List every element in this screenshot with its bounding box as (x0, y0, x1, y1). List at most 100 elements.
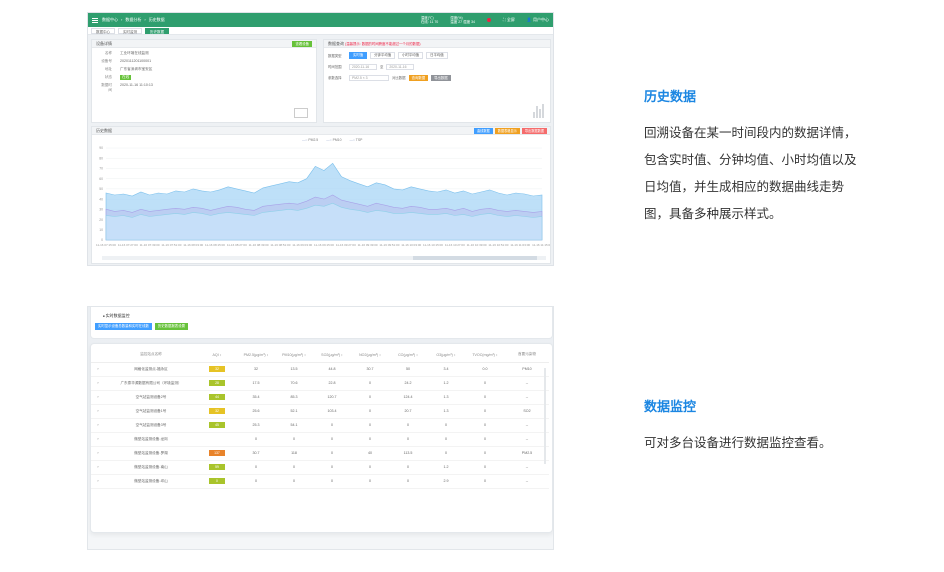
tab-history[interactable]: 历史数据 (145, 27, 169, 34)
x-tick-label: 11-16 09:51:00 (379, 243, 399, 247)
y-tick-label: 70 (99, 167, 103, 171)
table-row[interactable]: › 空气站监测设备1号 32 25.6 52.1 103.4 0 20.7 1.3 0 SO2 (91, 404, 549, 419)
table-cell: 0 (427, 432, 465, 447)
type-hour[interactable]: 小时平均值 (398, 52, 424, 59)
expand-row-icon[interactable]: › (91, 376, 105, 391)
status-badge: 在线 (120, 75, 132, 80)
column-header[interactable]: PM10(μg/m³) ↕ (275, 348, 313, 363)
type-realtime[interactable]: 实时值 (349, 52, 368, 59)
param-select[interactable]: PM2.5 × 3 (349, 74, 389, 81)
aqi-badge: 137 (209, 450, 225, 456)
column-header[interactable]: TVOC(mg/m³) ↕ (465, 348, 505, 363)
type-day[interactable]: 日平均值 (426, 52, 448, 59)
table-row[interactable]: › 微型站监测设备-罗湖 137 30.7 118 0 40 113.5 0 0 PM2.5 (91, 446, 549, 461)
y-tick-label: 0 (101, 238, 103, 242)
expand-row-icon[interactable]: › (91, 460, 105, 475)
station-name: 空气站监测设备1号 (105, 404, 197, 419)
notification-dot-icon[interactable] (486, 18, 491, 22)
table-row[interactable]: › 微型站监测设备-南山 59 0 0 0 0 0 1.2 0 -- (91, 460, 549, 475)
tab-data-center[interactable]: 数据中心 (91, 27, 115, 34)
table-row[interactable]: › 广东泰华源数据有限公司（环境监测） 28 17.5 70.6 22.8 0 24.2 1.2… (91, 376, 549, 391)
column-header[interactable]: SO2(μg/m³) ↕ (313, 348, 351, 363)
x-tick-label: 11-16 07:15:00 (96, 243, 116, 247)
table-cell: 0 (465, 474, 505, 489)
expand-row-icon[interactable]: › (91, 362, 105, 377)
x-tick-label: 11-16 09:15:00 (314, 243, 334, 247)
zoom-handle[interactable] (412, 256, 538, 260)
x-tick-label: 11-16 09:03:00 (292, 243, 312, 247)
table-row[interactable]: › 网格化监测点-福永区 32 32 13.5 44.8 30.7 50 3.4 0.0 PM10 (91, 362, 549, 377)
breadcrumb: 数据中心 › 数据分析 › 历史数据 (102, 17, 165, 23)
device-count-button[interactable]: 实时显示设备总数量和实时在线数 (95, 323, 152, 330)
expand-row-icon[interactable]: › (91, 432, 105, 447)
export-chart-button[interactable]: 导出数据数据 (521, 128, 547, 134)
station-name: 空气站监测设备3号 (105, 418, 197, 433)
y-tick-label: 20 (99, 218, 103, 222)
table-cell: 103.4 (313, 404, 351, 419)
page-tabs: 数据中心 实时监测 历史数据 (88, 27, 553, 35)
aqi-badge: 45 (209, 422, 225, 428)
expand-row-icon[interactable]: › (91, 390, 105, 405)
stat-humidity: 湿度(%) 温度 27 湿度 34 (450, 16, 475, 24)
table-cell: 0 (389, 432, 427, 447)
aqi-badge: 0 (209, 478, 225, 484)
breadcrumb-item[interactable]: 数据分析 (125, 17, 141, 23)
table-cell: 0 (389, 418, 427, 433)
curve-view-button[interactable]: 曲线数据 (474, 128, 493, 134)
table-cell: 1.2 (427, 460, 465, 475)
table-cell: 0 (465, 404, 505, 419)
chart-zoom-slider[interactable] (102, 256, 546, 260)
table-cell: 24.2 (389, 376, 427, 391)
expand-row-icon[interactable]: › (91, 474, 105, 489)
table-row[interactable]: › 微型站监测设备-龙岗 0 0 0 0 0 0 0 -- (91, 432, 549, 447)
aqi-badge: 32 (209, 366, 225, 372)
expand-row-icon[interactable]: › (91, 446, 105, 461)
table-cell: 0 (465, 390, 505, 405)
table-cell: 1.2 (427, 376, 465, 391)
report-settings-button[interactable]: 历史数据报表设置 (154, 323, 188, 330)
monitor-table: 监控站点名称 AQI ↕ PM2.5(μg/m³) ↕ PM10(μg/m³) ↕ SO… (91, 348, 549, 489)
export-button[interactable]: 导出数据 (431, 74, 451, 81)
panel-title: 数据查询 (温馨提示: 数据的时间跨度不能超过一个月的数据) (324, 40, 550, 48)
menu-icon[interactable] (92, 17, 98, 23)
station-name: 微型站监测设备-龙岗 (105, 432, 197, 447)
column-header[interactable]: O3(μg/m³) ↕ (427, 348, 465, 363)
type-minute[interactable]: 分钟平均值 (370, 52, 396, 59)
column-header[interactable]: CO(μg/m³) ↕ (389, 348, 427, 363)
table-cell: 1.3 (427, 404, 465, 419)
table-cell: -- (505, 376, 549, 391)
expand-row-icon[interactable]: › (91, 418, 105, 433)
user-menu[interactable]: 👤 用户中心 (527, 17, 549, 23)
tab-realtime[interactable]: 实时监测 (118, 27, 142, 34)
table-cell: 20.7 (389, 404, 427, 419)
table-cell: 0 (313, 418, 351, 433)
data-type-row: 数据类型 实时值 分钟平均值 小时平均值 日平均值 (328, 52, 550, 59)
aqi-cell: 32 (197, 362, 237, 377)
fullscreen-button[interactable]: ⛶ 全屏 (503, 17, 515, 23)
view-device-button[interactable]: 查看设备 (292, 41, 312, 47)
query-button[interactable]: 查询数据 (408, 74, 429, 81)
table-row[interactable]: › 空气站监测设备2号 44 35.4 85.3 120.7 0 124.4 1.3 0 -- (91, 390, 549, 405)
aqi-cell: 44 (197, 390, 237, 405)
table-row[interactable]: › 空气站监测设备3号 45 25.3 54.1 0 0 0 0 0 -- (91, 418, 549, 433)
query-warning: (温馨提示: 数据的时间跨度不能超过一个月的数据) (345, 42, 421, 46)
end-date-input[interactable]: 2020-11-16 (386, 63, 415, 70)
column-header[interactable]: NO2(μg/m³) ↕ (351, 348, 389, 363)
aqi-badge: 32 (209, 408, 225, 414)
expand-row-icon[interactable]: › (91, 404, 105, 419)
column-header: 监控站点名称 (105, 348, 197, 363)
breadcrumb-item[interactable]: 数据中心 (102, 17, 118, 23)
history-screenshot: 数据中心 › 数据分析 › 历史数据 温度(℃) 在线: 11 70 湿度(%) 温… (87, 12, 554, 266)
y-tick-label: 30 (99, 208, 103, 212)
start-date-input[interactable]: 2020-11-16 (349, 63, 377, 70)
table-row[interactable]: › 微型站监测设备-坪山 0 0 0 0 0 0 2.9 0 -- (91, 474, 549, 489)
column-header[interactable]: AQI ↕ (197, 348, 237, 363)
table-cell: -- (505, 460, 549, 475)
x-tick-label: 11-16 10:51:00 (488, 243, 508, 247)
column-header[interactable]: PM2.5(μg/m³) ↕ (237, 348, 275, 363)
table-cell: PM2.5 (505, 446, 549, 461)
table-scrollbar[interactable] (544, 368, 546, 464)
table-view-button[interactable]: 数据表格显示 (494, 128, 520, 134)
table-cell: SO2 (505, 404, 549, 419)
section-title-monitor: 数据监控 (644, 400, 697, 415)
